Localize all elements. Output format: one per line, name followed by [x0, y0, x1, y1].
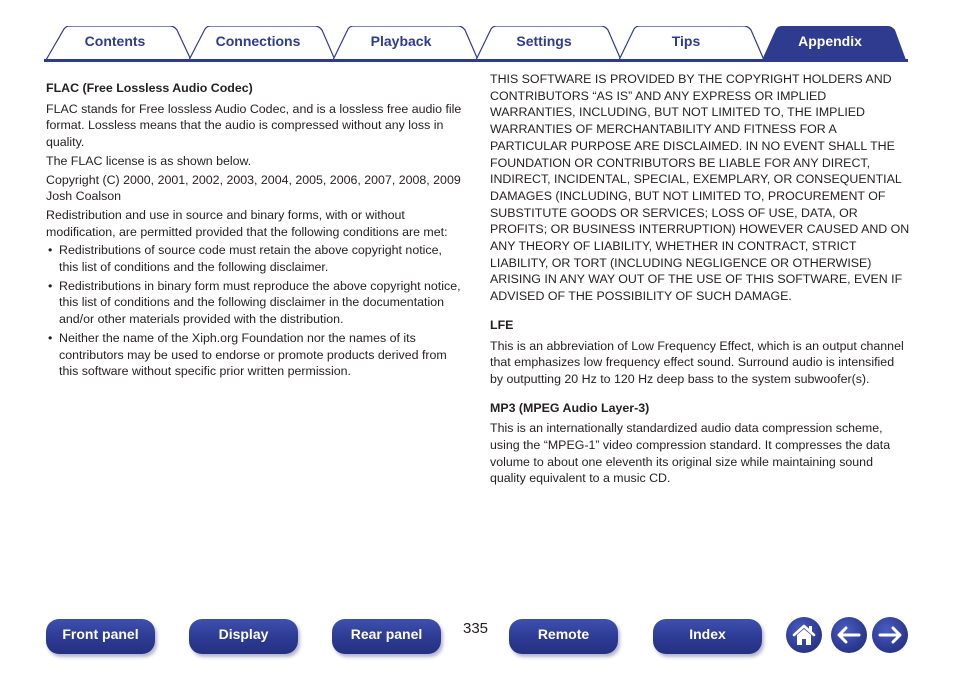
flac-copyright: Copyright (C) 2000, 2001, 2002, 2003, 20… [46, 172, 461, 204]
tab-settings[interactable]: Settings [484, 33, 604, 49]
forward-button[interactable] [872, 617, 908, 653]
list-item: • Redistributions of source code must re… [46, 242, 464, 275]
rear-panel-button[interactable]: Rear panel [332, 619, 441, 654]
flac-description: FLAC stands for Free lossless Audio Code… [46, 101, 462, 150]
back-button[interactable] [831, 617, 867, 653]
list-item-text: Redistributions in binary form must repr… [59, 278, 461, 327]
flac-license-intro: The FLAC license is as shown below. [46, 153, 252, 168]
home-button[interactable] [786, 617, 822, 653]
page-number: 335 [463, 620, 489, 637]
back-arrow-icon [837, 626, 861, 644]
flac-conditions-list: • Redistributions of source code must re… [46, 242, 464, 380]
index-button[interactable]: Index [653, 619, 762, 654]
list-item: • Redistributions in binary form must re… [46, 278, 464, 328]
remote-button[interactable]: Remote [509, 619, 618, 654]
display-button[interactable]: Display [189, 619, 298, 654]
list-item-text: Neither the name of the Xiph.org Foundat… [59, 330, 447, 379]
front-panel-button[interactable]: Front panel [46, 619, 155, 654]
tab-baseline [44, 59, 908, 62]
flac-heading: FLAC (Free Lossless Audio Codec) [46, 81, 253, 95]
bullet-icon: • [48, 278, 53, 293]
tab-bar: Contents Connections Playback Settings T… [44, 26, 908, 62]
license-disclaimer: THIS SOFTWARE IS PROVIDED BY THE COPYRIG… [490, 72, 910, 304]
lfe-description: This is an abbreviation of Low Frequency… [490, 338, 904, 386]
right-column: THIS SOFTWARE IS PROVIDED BY THE COPYRIG… [490, 71, 910, 489]
home-icon [792, 624, 816, 645]
list-item-text: Redistributions of source code must reta… [59, 243, 442, 275]
list-item: • Neither the name of the Xiph.org Found… [46, 330, 464, 380]
mp3-heading: MP3 (MPEG Audio Layer-3) [490, 400, 650, 415]
bullet-icon: • [48, 243, 53, 258]
tab-contents[interactable]: Contents [55, 33, 175, 49]
tab-playback[interactable]: Playback [341, 33, 461, 49]
tab-connections[interactable]: Connections [198, 33, 318, 49]
left-column: FLAC (Free Lossless Audio Codec) FLAC st… [46, 80, 464, 382]
flac-redistribution: Redistribution and use in source and bin… [46, 207, 448, 239]
tab-tips[interactable]: Tips [626, 33, 746, 49]
bullet-icon: • [48, 330, 53, 345]
lfe-heading: LFE [490, 317, 514, 332]
mp3-description: This is an internationally standardized … [490, 421, 891, 486]
forward-arrow-icon [878, 626, 902, 644]
tab-appendix[interactable]: Appendix [770, 33, 890, 49]
